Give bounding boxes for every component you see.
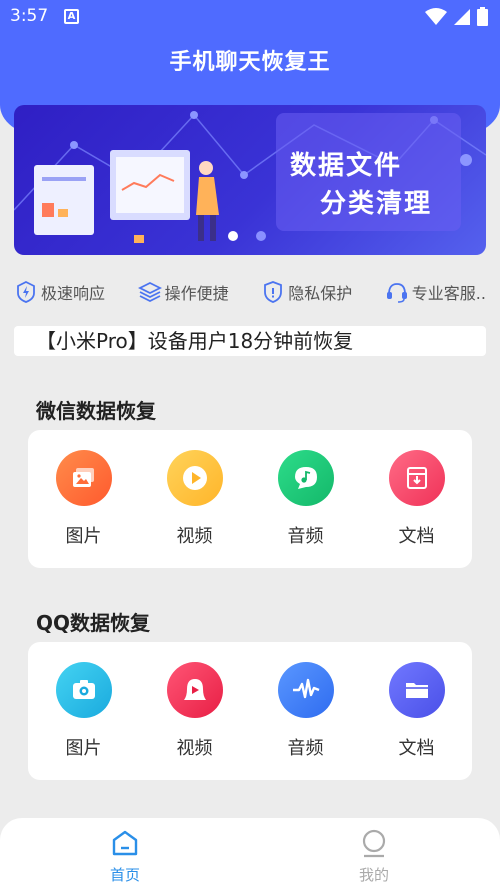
feature-easy-operation: 操作便捷: [137, 280, 229, 304]
lightning-icon: [17, 280, 35, 303]
feature-label: 极速响应: [41, 284, 106, 303]
qq-recovery-card: 图片 视频 音频 文档: [28, 642, 472, 780]
qq-images-button[interactable]: 图片: [39, 662, 129, 780]
grid-label: 视频: [176, 526, 213, 547]
banner-illustration: [14, 111, 486, 243]
status-icons: [425, 7, 488, 26]
play-icon: [182, 466, 207, 490]
tab-mine-label: 我的: [358, 866, 389, 884]
grid-label: 文档: [398, 738, 435, 759]
banner-heading-line2: 分类清理: [320, 189, 433, 219]
carousel-dot[interactable]: [256, 231, 266, 241]
feature-label: 操作便捷: [164, 284, 229, 303]
banner-heading-line1: 数据文件: [290, 151, 403, 181]
qq-section-title: QQ数据恢复: [36, 611, 151, 635]
wechat-videos-button[interactable]: 视频: [150, 450, 240, 568]
status-time: 3:57: [10, 6, 49, 26]
waveform-icon: [292, 678, 319, 699]
bottom-tab-bar: 首页 我的: [0, 818, 500, 888]
feature-label: 专业客服..: [411, 284, 486, 303]
feature-label: 隐私保护: [288, 284, 353, 303]
grid-label: 图片: [65, 738, 102, 759]
feature-support: 专业客服..: [385, 280, 486, 304]
camera-icon: [72, 680, 95, 699]
shield-icon: [264, 281, 283, 303]
tab-home[interactable]: 首页: [85, 828, 165, 885]
grid-label: 音频: [287, 526, 324, 547]
recovery-ticker: 【小米Pro】设备用户18分钟前恢复: [14, 326, 486, 356]
tab-mine[interactable]: 我的: [334, 828, 414, 885]
wechat-documents-icon-circle: [388, 450, 445, 506]
feature-fast-response: 极速响应: [14, 280, 105, 304]
grid-label: 文档: [398, 526, 435, 547]
layers-icon: [137, 281, 162, 303]
notification-icon: A: [64, 9, 79, 24]
qq-documents-button[interactable]: 文档: [372, 662, 462, 780]
image-icon: [72, 468, 94, 487]
tab-home-label: 首页: [109, 866, 140, 884]
signal-icon: [454, 8, 470, 25]
qq-videos-button[interactable]: 视频: [150, 662, 240, 780]
wechat-images-button[interactable]: 图片: [39, 450, 129, 568]
wechat-section-title: 微信数据恢复: [36, 399, 156, 423]
wifi-icon: [425, 7, 447, 25]
status-bar: 3:57 A: [0, 0, 500, 34]
grid-label: 图片: [65, 526, 102, 547]
qq-videos-icon-circle: [166, 662, 223, 718]
qq-images-icon-circle: [55, 662, 112, 718]
headset-icon: [386, 283, 407, 303]
wechat-audio-button[interactable]: 音频: [261, 450, 351, 568]
home-icon: [112, 830, 138, 856]
battery-icon: [477, 7, 488, 26]
feature-strip: 极速响应 操作便捷 隐私保护 专业客服..: [14, 278, 486, 306]
wechat-audio-icon-circle: [277, 450, 334, 506]
app-title: 手机聊天恢复王: [169, 50, 331, 75]
carousel-dot-active[interactable]: [228, 231, 238, 241]
music-note-icon: [294, 467, 317, 489]
qq-audio-icon-circle: [277, 662, 334, 718]
wechat-images-icon-circle: [55, 450, 112, 506]
wechat-recovery-card: 图片 视频 音频 文档: [28, 430, 472, 568]
wechat-videos-icon-circle: [166, 450, 223, 506]
feature-privacy: 隐私保护: [261, 280, 352, 304]
video-icon: [183, 679, 206, 700]
banner-carousel[interactable]: 数据文件 分类清理: [14, 105, 486, 255]
document-icon: [406, 467, 427, 489]
grid-label: 视频: [176, 738, 213, 759]
profile-icon: [362, 829, 386, 858]
qq-documents-icon-circle: [388, 662, 445, 718]
qq-audio-button[interactable]: 音频: [261, 662, 351, 780]
wechat-documents-button[interactable]: 文档: [372, 450, 462, 568]
grid-label: 音频: [287, 738, 324, 759]
folder-icon: [405, 683, 428, 698]
